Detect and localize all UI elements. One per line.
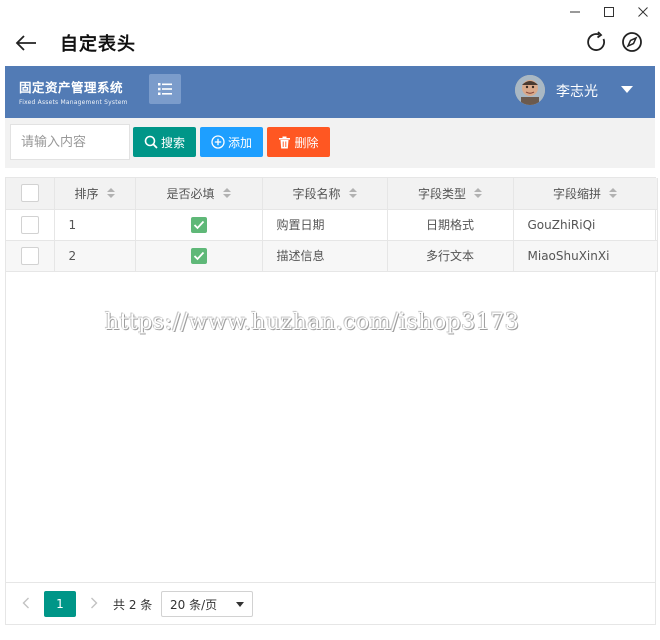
search-button-label: 搜索	[160, 135, 185, 150]
title-bar: 自定表头	[0, 24, 660, 62]
sort-icon[interactable]	[348, 188, 357, 199]
table-row[interactable]: 1 购置日期 日期格式 GouZhiRiQi	[6, 209, 658, 241]
page-size-select[interactable]: 20 条/页	[161, 591, 253, 617]
column-header-label: 是否必填	[166, 186, 215, 201]
toolbar: 搜索 添加 删除	[5, 118, 655, 168]
cell-field-type: 多行文本	[387, 240, 514, 272]
list-menu-icon[interactable]	[149, 74, 181, 104]
data-table-panel: 排序 是否必填 字段名称 字段类型 字段缩拼 1 购置日期 日期格式 GouZh…	[5, 177, 658, 625]
table-row[interactable]: 2 描述信息 多行文本 MiaoShuXinXi	[6, 240, 658, 272]
arrow-left-icon[interactable]	[12, 30, 40, 56]
search-icon	[144, 135, 158, 149]
checkbox-icon[interactable]	[20, 246, 39, 265]
page-title: 自定表头	[60, 34, 136, 55]
caret-down-icon	[236, 602, 244, 607]
watermark-text: https://www.huzhan.com/ishop3173	[105, 310, 520, 335]
brand-logo: 固定资产管理系统 Fixed Assets Management System	[19, 77, 128, 106]
cell-order: 2	[54, 240, 136, 272]
cell-field-name: 描述信息	[262, 240, 388, 272]
column-header-label: 排序	[74, 186, 99, 201]
search-button[interactable]: 搜索	[133, 127, 196, 157]
checkmark-icon	[190, 247, 207, 264]
delete-button-label: 删除	[294, 135, 319, 150]
refresh-icon[interactable]	[585, 30, 609, 54]
column-header-label: 字段类型	[417, 186, 466, 201]
brand-title: 固定资产管理系统	[19, 80, 124, 95]
cell-required	[135, 240, 263, 272]
avatar[interactable]	[515, 75, 545, 105]
add-button[interactable]: 添加	[200, 127, 263, 157]
checkbox-icon[interactable]	[20, 184, 39, 203]
column-header-field-abbr[interactable]: 字段缩拼	[513, 178, 658, 210]
checkmark-icon	[190, 216, 207, 233]
pagination: 1 共 2 条 20 条/页	[6, 582, 655, 624]
chevron-down-icon[interactable]	[621, 86, 633, 93]
close-icon[interactable]	[626, 0, 660, 24]
select-all-checkbox[interactable]	[6, 178, 55, 210]
cell-field-abbr: MiaoShuXinXi	[513, 240, 658, 272]
compass-icon[interactable]	[620, 30, 644, 54]
column-header-order[interactable]: 排序	[54, 178, 136, 210]
row-checkbox[interactable]	[6, 240, 55, 272]
table-header-row: 排序 是否必填 字段名称 字段类型 字段缩拼	[6, 178, 658, 210]
cell-field-type: 日期格式	[387, 209, 514, 241]
trash-icon	[279, 136, 291, 148]
cell-required	[135, 209, 263, 241]
column-header-label: 字段名称	[292, 186, 341, 201]
window-controls	[558, 0, 660, 24]
add-button-label: 添加	[227, 135, 252, 150]
cell-field-name: 购置日期	[262, 209, 388, 241]
app-header: 固定资产管理系统 Fixed Assets Management System …	[5, 66, 655, 118]
brand-subtitle: Fixed Assets Management System	[19, 99, 128, 106]
column-header-field-type[interactable]: 字段类型	[387, 178, 514, 210]
chevron-right-icon[interactable]	[86, 595, 102, 611]
page-button-current[interactable]: 1	[44, 591, 76, 617]
sort-icon[interactable]	[106, 188, 115, 199]
page-size-value: 20 条/页	[170, 597, 218, 612]
minimize-icon[interactable]	[558, 0, 592, 24]
sort-icon[interactable]	[474, 188, 482, 199]
sort-icon[interactable]	[222, 188, 231, 199]
total-count: 共 2 条	[113, 598, 153, 612]
chevron-left-icon[interactable]	[18, 595, 34, 611]
row-checkbox[interactable]	[6, 209, 55, 241]
checkbox-icon[interactable]	[20, 215, 39, 234]
column-header-required[interactable]: 是否必填	[135, 178, 263, 210]
sort-icon[interactable]	[609, 188, 617, 199]
cell-order: 1	[54, 209, 136, 241]
maximize-icon[interactable]	[592, 0, 626, 24]
cell-field-abbr: GouZhiRiQi	[513, 209, 658, 241]
data-table: 排序 是否必填 字段名称 字段类型 字段缩拼 1 购置日期 日期格式 GouZh…	[6, 178, 658, 272]
column-header-label: 字段缩拼	[552, 186, 601, 201]
column-header-field-name[interactable]: 字段名称	[262, 178, 388, 210]
search-input[interactable]	[10, 124, 130, 160]
user-name[interactable]: 李志光	[556, 81, 598, 101]
delete-button[interactable]: 删除	[267, 127, 330, 157]
plus-circle-icon	[211, 135, 225, 149]
